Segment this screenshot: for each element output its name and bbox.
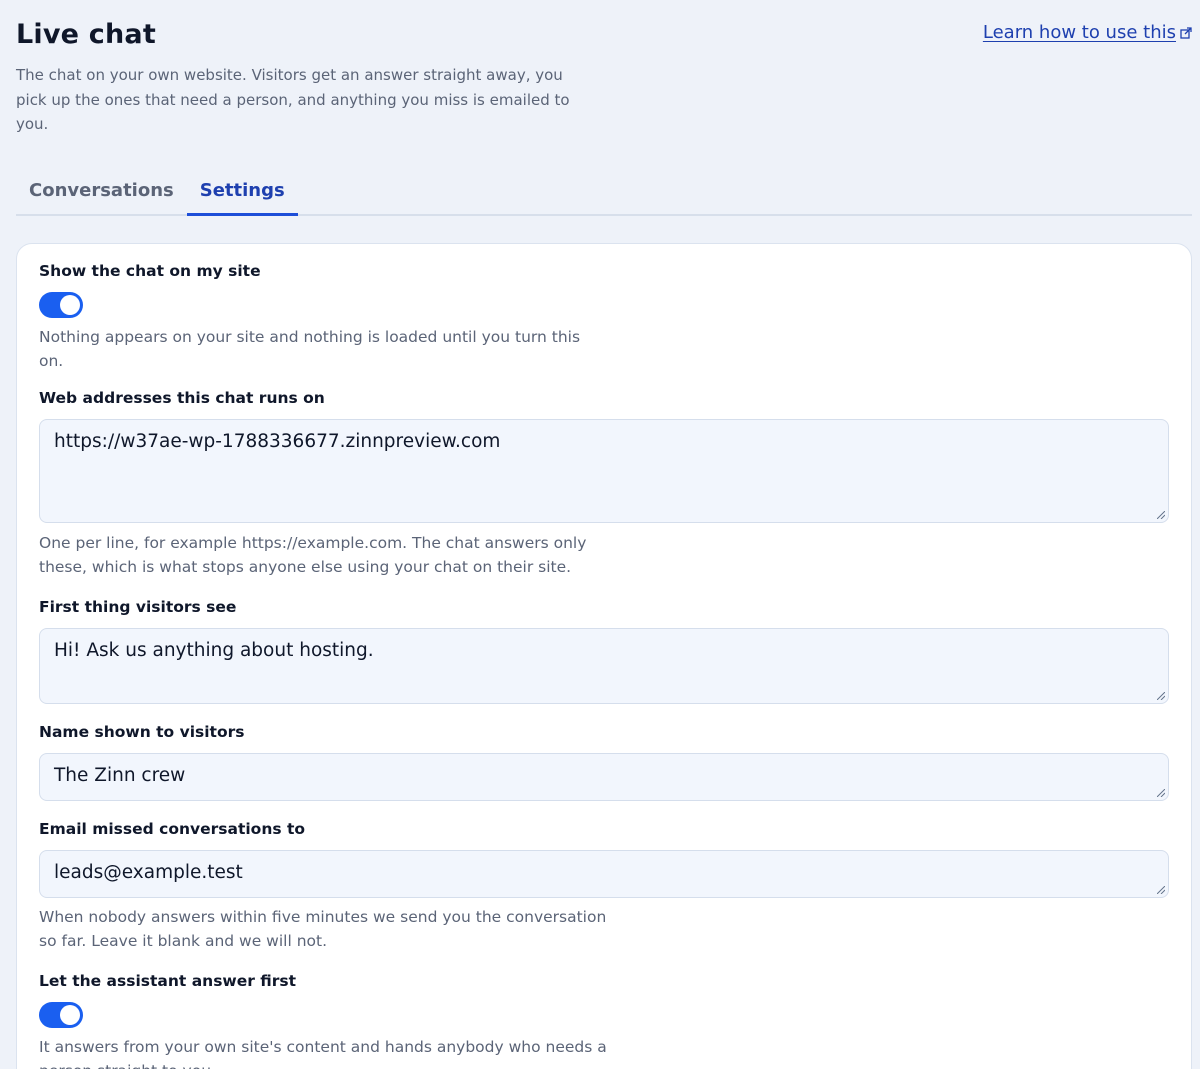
display-name-setting: Name shown to visitors The Zinn crew [39,722,1169,801]
show-chat-setting: Show the chat on my site Nothing appears… [39,261,1169,374]
display-name-value: The Zinn crew [54,764,186,786]
page-header: Live chat The chat on your own website. … [16,0,1192,137]
external-link-icon [1180,26,1192,39]
display-name-textarea[interactable]: The Zinn crew [39,752,1169,801]
assistant-first-setting: Let the assistant answer first It answer… [39,971,1169,1069]
missed-email-value: leads@example.test [54,861,243,883]
web-addresses-label: Web addresses this chat runs on [39,388,325,407]
display-name-label: Name shown to visitors [39,722,245,741]
show-chat-help: Nothing appears on your site and nothing… [39,327,581,371]
settings-card: Show the chat on my site Nothing appears… [16,242,1192,1069]
page-description: The chat on your own website. Visitors g… [16,66,570,133]
show-chat-label: Show the chat on my site [39,261,261,280]
resize-grip-icon[interactable] [1157,788,1165,797]
live-chat-page: Live chat The chat on your own website. … [0,0,1200,1069]
assistant-first-help: It answers from your own site's content … [39,1037,607,1069]
missed-email-help: When nobody answers within five minutes … [39,907,607,951]
web-addresses-value: https://w37ae-wp-1788336677.zinnpreview.… [54,430,501,452]
tab-bar: Conversations Settings [16,169,1192,216]
show-chat-toggle[interactable] [39,291,83,318]
first-message-textarea[interactable]: Hi! Ask us anything about hosting. [39,627,1169,704]
learn-how-link-label: Learn how to use this [982,22,1176,43]
missed-email-textarea[interactable]: leads@example.test [39,849,1169,898]
first-message-setting: First thing visitors see Hi! Ask us anyt… [39,597,1169,704]
missed-email-label: Email missed conversations to [39,819,306,838]
toggle-knob [60,294,80,315]
resize-grip-icon[interactable] [1157,691,1165,700]
resize-grip-icon[interactable] [1157,885,1165,894]
web-addresses-textarea[interactable]: https://w37ae-wp-1788336677.zinnpreview.… [39,418,1169,523]
assistant-first-toggle[interactable] [39,1001,83,1028]
first-message-value: Hi! Ask us anything about hosting. [54,639,374,661]
tab-conversations[interactable]: Conversations [16,169,187,216]
resize-grip-icon[interactable] [1157,510,1165,519]
missed-email-setting: Email missed conversations to leads@exam… [39,819,1169,954]
web-addresses-help: One per line, for example https://exampl… [39,533,587,577]
learn-how-link[interactable]: Learn how to use this [983,22,1192,43]
tab-settings[interactable]: Settings [186,169,298,216]
toggle-knob [60,1004,80,1025]
web-addresses-setting: Web addresses this chat runs on https://… [39,388,1169,580]
assistant-first-label: Let the assistant answer first [39,971,297,990]
first-message-label: First thing visitors see [39,597,237,616]
